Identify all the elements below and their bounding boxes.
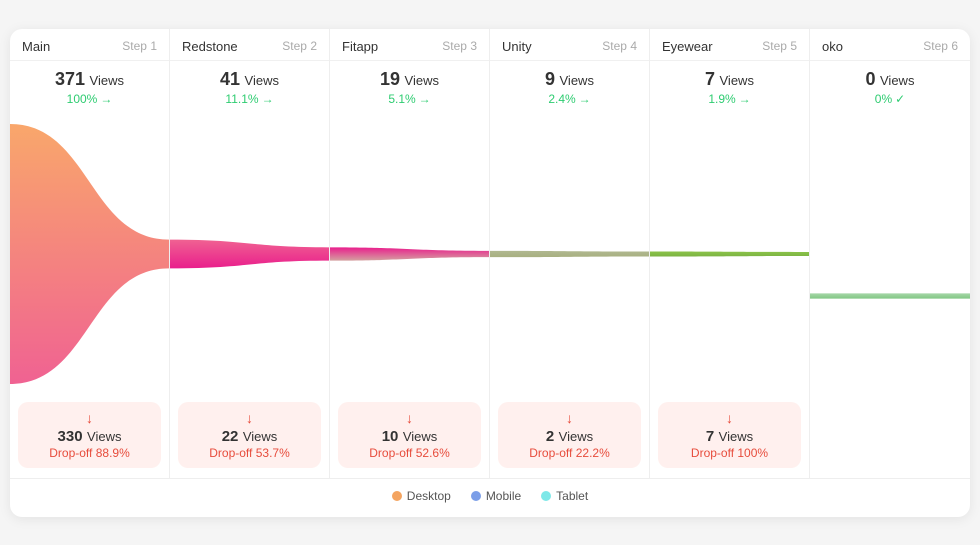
legend-dot-desktop — [392, 491, 402, 501]
dropoff-views-4: 2 Views — [508, 428, 631, 446]
dropoff-label-4: Drop-off 22.2% — [508, 446, 631, 460]
funnel-visual-6 — [810, 114, 970, 478]
views-count-1: 371 Views — [22, 69, 157, 90]
legend-label-tablet: Tablet — [556, 489, 588, 503]
step-col-6: oko Step 6 0 Views 0%✓ — [810, 29, 970, 478]
step-number-6: Step 6 — [923, 39, 958, 53]
legend-item-desktop: Desktop — [392, 489, 451, 503]
funnel-grid: Main Step 1 371 Views 100%→ ↓330 ViewsDrop-o… — [10, 29, 970, 479]
pct-row-2: 11.1%→ — [182, 92, 317, 106]
step-name-5: Eyewear — [662, 39, 713, 54]
step-header-3: Fitapp Step 3 — [330, 29, 489, 61]
pct-row-3: 5.1%→ — [342, 92, 477, 106]
views-count-4: 9 Views — [502, 69, 637, 90]
views-count-5: 7 Views — [662, 69, 797, 90]
step-name-1: Main — [22, 39, 50, 54]
step-header-5: Eyewear Step 5 — [650, 29, 809, 61]
views-count-6: 0 Views — [822, 69, 958, 90]
step-number-1: Step 1 — [122, 39, 157, 53]
step-stats-6: 0 Views 0%✓ — [810, 61, 970, 114]
dropoff-label-5: Drop-off 100% — [668, 446, 791, 460]
legend-item-mobile: Mobile — [471, 489, 521, 503]
step-stats-4: 9 Views 2.4%→ — [490, 61, 649, 114]
dropoff-box-3: ↓10 ViewsDrop-off 52.6% — [338, 402, 481, 468]
legend-label-desktop: Desktop — [407, 489, 451, 503]
views-count-3: 19 Views — [342, 69, 477, 90]
step-col-1: Main Step 1 371 Views 100%→ ↓330 ViewsDrop-o… — [10, 29, 170, 478]
dropoff-box-2: ↓22 ViewsDrop-off 53.7% — [178, 402, 321, 468]
pct-row-6: 0%✓ — [822, 92, 958, 106]
dropoff-box-1: ↓330 ViewsDrop-off 88.9% — [18, 402, 161, 468]
dropoff-label-1: Drop-off 88.9% — [28, 446, 151, 460]
funnel-visual-3 — [330, 114, 489, 394]
step-number-5: Step 5 — [762, 39, 797, 53]
step-number-2: Step 2 — [282, 39, 317, 53]
step-stats-3: 19 Views 5.1%→ — [330, 61, 489, 114]
legend-item-tablet: Tablet — [541, 489, 588, 503]
step-name-3: Fitapp — [342, 39, 378, 54]
step-name-2: Redstone — [182, 39, 238, 54]
step-name-4: Unity — [502, 39, 532, 54]
step-col-3: Fitapp Step 3 19 Views 5.1%→ ↓10 ViewsDrop-o… — [330, 29, 490, 478]
legend: Desktop Mobile Tablet — [10, 479, 970, 517]
funnel-visual-5 — [650, 114, 809, 394]
step-header-4: Unity Step 4 — [490, 29, 649, 61]
step-header-1: Main Step 1 — [10, 29, 169, 61]
dropoff-views-1: 330 Views — [28, 428, 151, 446]
step-col-2: Redstone Step 2 41 Views 11.1%→ ↓22 ViewsDro… — [170, 29, 330, 478]
step-number-4: Step 4 — [602, 39, 637, 53]
dropoff-box-5: ↓7 ViewsDrop-off 100% — [658, 402, 801, 468]
legend-dot-tablet — [541, 491, 551, 501]
step-stats-2: 41 Views 11.1%→ — [170, 61, 329, 114]
step-number-3: Step 3 — [442, 39, 477, 53]
dropoff-views-3: 10 Views — [348, 428, 471, 446]
step-stats-5: 7 Views 1.9%→ — [650, 61, 809, 114]
step-stats-1: 371 Views 100%→ — [10, 61, 169, 114]
dropoff-label-3: Drop-off 52.6% — [348, 446, 471, 460]
views-count-2: 41 Views — [182, 69, 317, 90]
step-col-4: Unity Step 4 9 Views 2.4%→ ↓2 ViewsDrop-off … — [490, 29, 650, 478]
funnel-visual-4 — [490, 114, 649, 394]
dropoff-label-2: Drop-off 53.7% — [188, 446, 311, 460]
step-header-6: oko Step 6 — [810, 29, 970, 61]
legend-label-mobile: Mobile — [486, 489, 521, 503]
funnel-visual-1 — [10, 114, 169, 394]
pct-row-5: 1.9%→ — [662, 92, 797, 106]
pct-row-4: 2.4%→ — [502, 92, 637, 106]
legend-dot-mobile — [471, 491, 481, 501]
step-name-6: oko — [822, 39, 843, 54]
dropoff-views-5: 7 Views — [668, 428, 791, 446]
dropoff-box-4: ↓2 ViewsDrop-off 22.2% — [498, 402, 641, 468]
pct-row-1: 100%→ — [22, 92, 157, 106]
step-header-2: Redstone Step 2 — [170, 29, 329, 61]
dropoff-views-2: 22 Views — [188, 428, 311, 446]
funnel-card: Main Step 1 371 Views 100%→ ↓330 ViewsDrop-o… — [10, 29, 970, 517]
funnel-visual-2 — [170, 114, 329, 394]
step-col-5: Eyewear Step 5 7 Views 1.9%→ ↓7 ViewsDrop-of… — [650, 29, 810, 478]
